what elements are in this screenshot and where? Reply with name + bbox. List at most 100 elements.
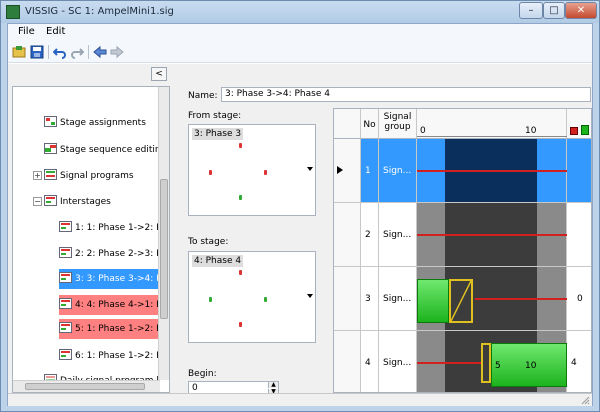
red-signal-bar — [417, 362, 483, 364]
tree-item-interstage-5[interactable]: 5: 1: Phase 1->2: Phase — [59, 319, 160, 339]
red-state-icon — [570, 127, 578, 135]
row-selector[interactable] — [334, 267, 361, 330]
interstage-icon — [59, 272, 72, 283]
row-number: 4 — [361, 331, 379, 392]
program-icon — [44, 169, 57, 180]
row-selector[interactable] — [334, 203, 361, 266]
chevron-down-icon[interactable] — [307, 294, 313, 298]
signal-dot-icon — [209, 297, 212, 302]
table-row[interactable]: 1 Sign... — [334, 139, 591, 203]
minimize-button[interactable]: – — [519, 2, 543, 19]
tree-item-interstage-1[interactable]: 1: 1: Phase 1->2: Phase — [59, 218, 160, 238]
column-header-signal-group[interactable]: Signal group — [379, 109, 417, 139]
status-bar — [8, 393, 592, 406]
row-selector-header — [334, 109, 361, 139]
close-button[interactable]: ✕ — [565, 2, 597, 19]
column-header-no[interactable]: No — [361, 109, 379, 139]
tree-item-interstage-3[interactable]: 3: 3: Phase 3->4: Phase — [59, 269, 160, 289]
open-icon[interactable] — [12, 45, 26, 59]
tree-vertical-scrollbar[interactable] — [158, 87, 169, 380]
forward-icon[interactable] — [110, 45, 124, 59]
tree-item-signal-programs[interactable]: Signal programs — [44, 166, 160, 186]
tree-hscroll-thumb[interactable] — [25, 383, 145, 390]
close-icon: ✕ — [576, 5, 586, 16]
green-signal-bar[interactable] — [417, 279, 449, 323]
tree-item-stage-sequence[interactable]: Stage sequence editing — [44, 140, 160, 160]
row-number: 1 — [361, 139, 379, 202]
tree-item-interstage-2[interactable]: 2: 2: Phase 2->3: Phase — [59, 244, 160, 264]
to-stage-label: To stage: — [188, 237, 229, 247]
collapse-panel-button[interactable]: < — [151, 67, 167, 81]
red-amber-signal-bar[interactable] — [481, 343, 491, 383]
menu-edit[interactable]: Edit — [46, 26, 65, 37]
name-input[interactable]: 3: Phase 3->4: Phase 4 — [221, 87, 591, 102]
title-bar[interactable]: VISSIG - SC 1: AmpelMini1.sig – □ ✕ — [1, 1, 599, 23]
row-selector[interactable] — [334, 331, 361, 392]
signal-group-name[interactable]: Sign... — [379, 203, 417, 266]
back-icon[interactable] — [93, 45, 107, 59]
sequence-icon — [44, 143, 57, 154]
signal-dot-icon — [239, 143, 242, 148]
from-stage-value: 3: Phase 3 — [192, 128, 244, 140]
toolbar-separator — [88, 45, 89, 59]
grid-icon — [44, 116, 57, 127]
tree-horizontal-scrollbar[interactable] — [13, 380, 160, 392]
signal-dot-icon — [264, 297, 267, 302]
menu-file[interactable]: File — [18, 26, 35, 37]
signal-dot-icon — [264, 170, 267, 175]
signal-group-name[interactable]: Sign... — [379, 331, 417, 392]
menu-bar: File Edit — [8, 24, 592, 41]
timeline-cell[interactable] — [417, 267, 567, 330]
state-column-header — [567, 109, 591, 139]
chevron-down-icon[interactable] — [307, 167, 313, 171]
amber-transition-icon — [450, 280, 472, 322]
from-stage-label: From stage: — [188, 111, 242, 121]
axis-label-mid: 10 — [525, 126, 537, 136]
bar-label-end: 10 — [525, 361, 537, 371]
toolbar — [8, 41, 592, 63]
signal-dot-icon — [209, 170, 212, 175]
timeline-cell[interactable] — [417, 139, 567, 202]
expander-signal-programs[interactable]: + — [33, 171, 42, 180]
interstage-icon — [44, 195, 57, 206]
maximize-icon: □ — [549, 5, 559, 16]
state-cell: 0 — [567, 267, 591, 330]
minimize-icon: – — [528, 5, 534, 16]
tree-item-interstage-6[interactable]: 6: 1: Phase 1->2: Phase — [59, 346, 160, 366]
green-signal-bar[interactable]: 5 10 — [491, 343, 567, 387]
amber-signal-bar[interactable] — [449, 279, 473, 323]
table-row[interactable]: 3 Sign... 0 — [334, 267, 591, 331]
body-area: < Stage assignments Stage sequence editi… — [8, 64, 592, 396]
red-signal-bar — [417, 234, 567, 236]
time-axis-header: 0 10 — [417, 109, 567, 139]
row-selector[interactable] — [334, 139, 361, 202]
tree-scroll-thumb[interactable] — [160, 179, 168, 319]
signal-group-name[interactable]: Sign... — [379, 139, 417, 202]
signal-dot-icon — [239, 195, 242, 200]
signal-dot-icon — [239, 322, 242, 327]
save-icon[interactable] — [30, 45, 44, 59]
tree-item-stage-assignments[interactable]: Stage assignments — [44, 113, 160, 133]
tree-item-interstages[interactable]: Interstages — [44, 192, 160, 212]
app-icon — [6, 5, 20, 19]
green-state-icon — [581, 125, 589, 135]
state-cell — [567, 203, 591, 266]
axis-label-start: 0 — [420, 126, 426, 136]
resize-grip-icon[interactable] — [581, 396, 590, 405]
from-stage-select[interactable]: 3: Phase 3 — [188, 124, 316, 216]
app-window: VISSIG - SC 1: AmpelMini1.sig – □ ✕ File… — [0, 0, 600, 412]
table-row[interactable]: 2 Sign... — [334, 203, 591, 267]
maximize-button[interactable]: □ — [543, 2, 565, 19]
timeline-cell[interactable] — [417, 203, 567, 266]
signal-group-name[interactable]: Sign... — [379, 267, 417, 330]
to-stage-select[interactable]: 4: Phase 4 — [188, 251, 316, 343]
table-row[interactable]: 4 Sign... 5 10 4 — [334, 331, 591, 392]
tree-item-interstage-4[interactable]: 4: 4: Phase 4->1: Phase — [59, 295, 160, 315]
signal-group-grid: No Signal group 0 10 1 Sign... 2 Sign...… — [333, 108, 592, 393]
redo-icon[interactable] — [70, 45, 84, 59]
undo-icon[interactable] — [53, 45, 67, 59]
expander-interstages[interactable]: − — [33, 197, 42, 206]
state-cell — [567, 139, 591, 202]
timeline-cell[interactable]: 5 10 — [417, 331, 567, 392]
name-label: Name: — [188, 91, 218, 101]
